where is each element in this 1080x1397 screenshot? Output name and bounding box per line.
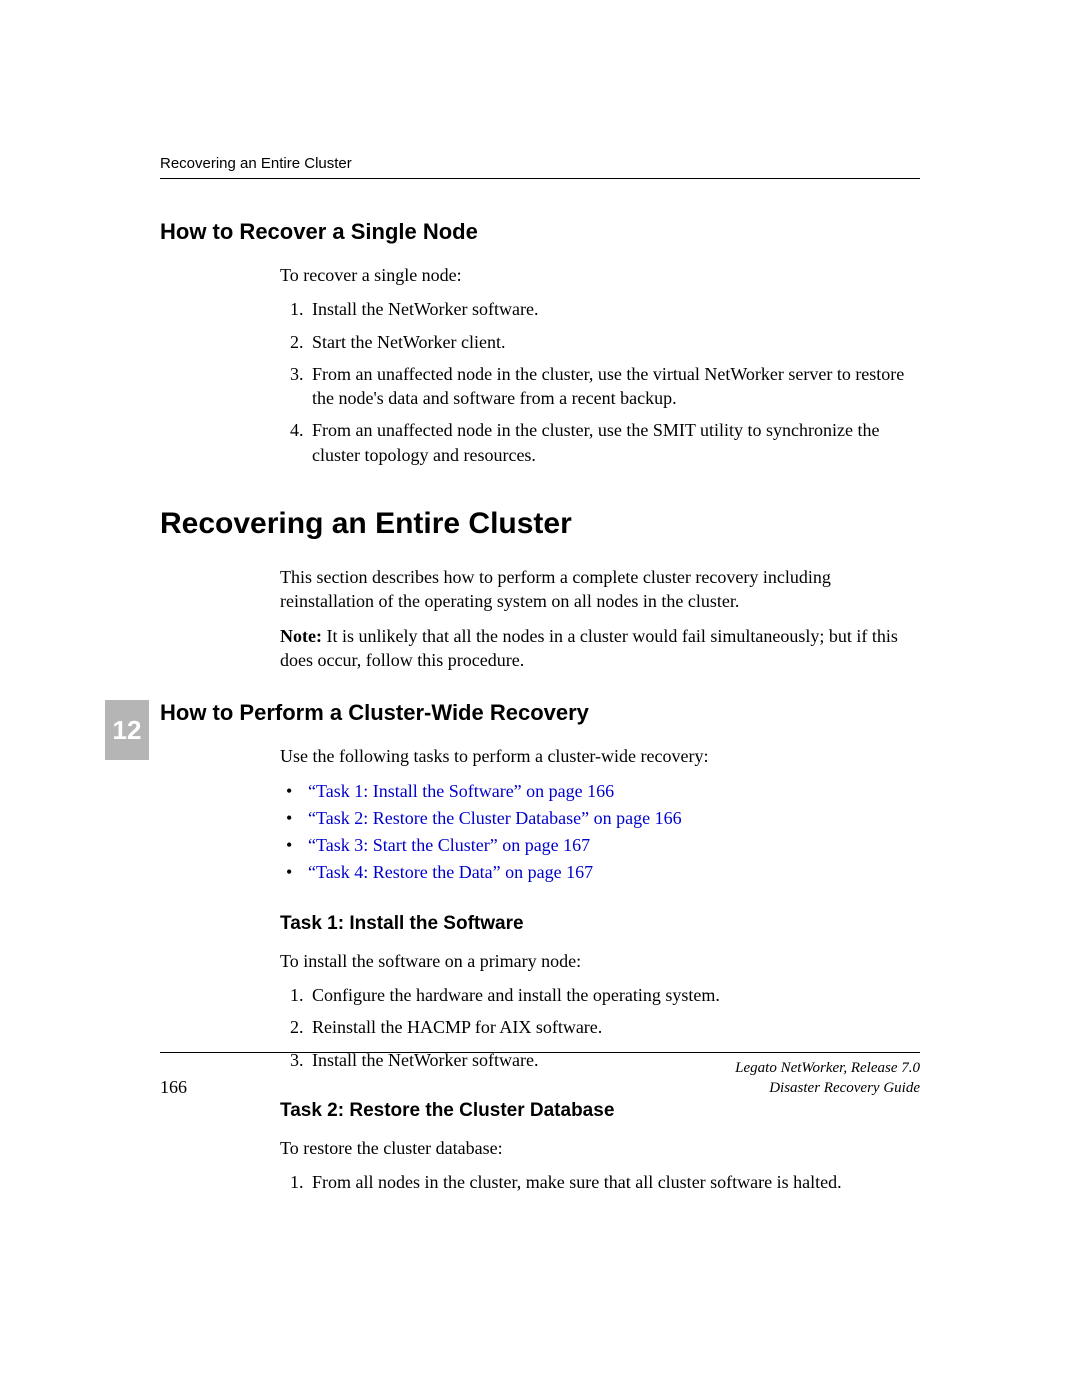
- footer-guide: Disaster Recovery Guide: [735, 1079, 920, 1099]
- section-single-node-body: To recover a single node: Install the Ne…: [280, 263, 920, 467]
- list-item: “Task 2: Restore the Cluster Database” o…: [280, 806, 920, 830]
- list-item: Configure the hardware and install the o…: [308, 983, 920, 1007]
- xref-link[interactable]: “Task 3: Start the Cluster” on page 167: [308, 835, 590, 855]
- note-paragraph: Note: It is unlikely that all the nodes …: [280, 624, 920, 673]
- task-links: “Task 1: Install the Software” on page 1…: [280, 779, 920, 885]
- list-item: From all nodes in the cluster, make sure…: [308, 1170, 920, 1194]
- list-item: “Task 4: Restore the Data” on page 167: [280, 860, 920, 884]
- heading-task1: Task 1: Install the Software: [280, 913, 920, 935]
- page-footer: 166 Legato NetWorker, Release 7.0 Disast…: [160, 1052, 920, 1098]
- page-number: 166: [160, 1059, 187, 1098]
- intro-text: To install the software on a primary nod…: [280, 949, 920, 973]
- chapter-tab: 12: [105, 700, 149, 760]
- heading-entire-cluster: Recovering an Entire Cluster: [160, 507, 920, 541]
- intro-text: Use the following tasks to perform a clu…: [280, 744, 920, 768]
- list-item: From an unaffected node in the cluster, …: [308, 362, 920, 411]
- single-node-steps: Install the NetWorker software. Start th…: [280, 297, 920, 467]
- list-item: From an unaffected node in the cluster, …: [308, 418, 920, 467]
- list-item: “Task 1: Install the Software” on page 1…: [280, 779, 920, 803]
- intro-text: To restore the cluster database:: [280, 1136, 920, 1160]
- note-text: It is unlikely that all the nodes in a c…: [280, 626, 898, 670]
- heading-task2: Task 2: Restore the Cluster Database: [280, 1100, 920, 1122]
- list-item: Start the NetWorker client.: [308, 330, 920, 354]
- list-item: “Task 3: Start the Cluster” on page 167: [280, 833, 920, 857]
- intro-text: To recover a single node:: [280, 263, 920, 287]
- note-label: Note:: [280, 626, 322, 646]
- header-rule: [160, 178, 920, 179]
- section-entire-cluster-body: This section describes how to perform a …: [280, 565, 920, 672]
- paragraph: This section describes how to perform a …: [280, 565, 920, 614]
- running-header: Recovering an Entire Cluster: [160, 155, 920, 172]
- xref-link[interactable]: “Task 1: Install the Software” on page 1…: [308, 781, 614, 801]
- list-item: Install the NetWorker software.: [308, 297, 920, 321]
- list-item: Reinstall the HACMP for AIX software.: [308, 1015, 920, 1039]
- task2-body: To restore the cluster database: From al…: [280, 1136, 920, 1195]
- heading-recover-single-node: How to Recover a Single Node: [160, 219, 920, 245]
- section-cluster-wide-body: Use the following tasks to perform a clu…: [280, 744, 920, 884]
- footer-product: Legato NetWorker, Release 7.0: [735, 1059, 920, 1079]
- footer-rule: [160, 1052, 920, 1053]
- xref-link[interactable]: “Task 4: Restore the Data” on page 167: [308, 862, 593, 882]
- heading-cluster-wide: How to Perform a Cluster-Wide Recovery: [160, 700, 920, 726]
- task2-steps: From all nodes in the cluster, make sure…: [280, 1170, 920, 1194]
- xref-link[interactable]: “Task 2: Restore the Cluster Database” o…: [308, 808, 682, 828]
